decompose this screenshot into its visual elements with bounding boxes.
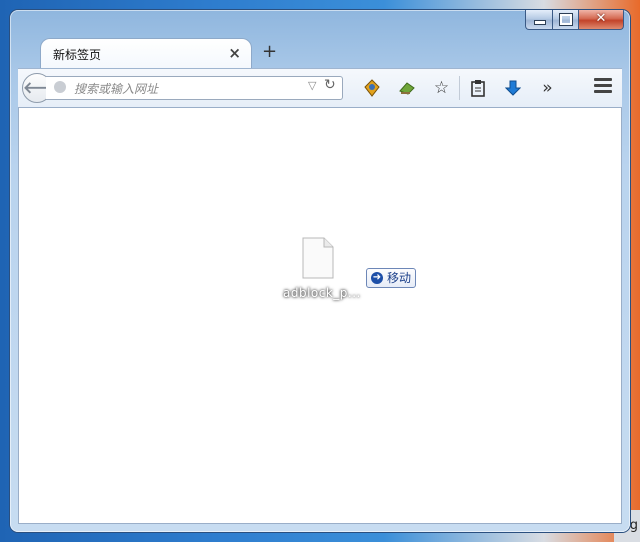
- tab-title: 新标签页: [53, 48, 102, 62]
- window-caption-buttons: ✕: [525, 10, 624, 31]
- address-bar[interactable]: ▽ ↻: [46, 76, 343, 100]
- close-window-button[interactable]: ✕: [579, 10, 624, 30]
- maximize-button[interactable]: [553, 10, 579, 30]
- move-label: 移动: [387, 271, 412, 285]
- arrow-right-icon: ➜: [371, 272, 383, 284]
- url-input[interactable]: [72, 79, 296, 98]
- navigation-toolbar: 🡐 ▽ ↻ ☆ »: [18, 68, 622, 108]
- download-arrow-icon[interactable]: [495, 75, 530, 101]
- dragged-file-label: adblock_p...: [283, 286, 361, 300]
- toolbar-icons: ☆ »: [354, 75, 565, 101]
- history-dropdown-icon[interactable]: ▽: [308, 79, 316, 92]
- addon-green-icon[interactable]: [389, 75, 424, 101]
- page-content: adblock_p... ➜ 移动: [18, 107, 622, 524]
- hamburger-menu-icon[interactable]: [594, 78, 612, 96]
- tab-strip: 新标签页 × +: [18, 38, 622, 69]
- file-icon: [302, 237, 334, 279]
- star-icon[interactable]: ☆: [424, 75, 459, 101]
- reading-list-icon[interactable]: [460, 75, 495, 101]
- identity-globe-icon: [54, 81, 66, 93]
- close-icon: ✕: [595, 11, 607, 26]
- tab-new-tab[interactable]: 新标签页 ×: [40, 38, 252, 69]
- overflow-chevron-icon[interactable]: »: [530, 75, 565, 101]
- reload-icon[interactable]: ↻: [324, 77, 336, 93]
- tab-close-icon[interactable]: ×: [228, 44, 241, 62]
- drag-move-tooltip: ➜ 移动: [366, 268, 416, 288]
- new-tab-button[interactable]: +: [262, 41, 277, 62]
- browser-window: ✕ 新标签页 × + 🡐 ▽ ↻ ☆: [10, 10, 630, 532]
- desktop-corner-text: g: [629, 518, 638, 533]
- addon-icon[interactable]: [354, 75, 389, 101]
- minimize-button[interactable]: [525, 10, 553, 30]
